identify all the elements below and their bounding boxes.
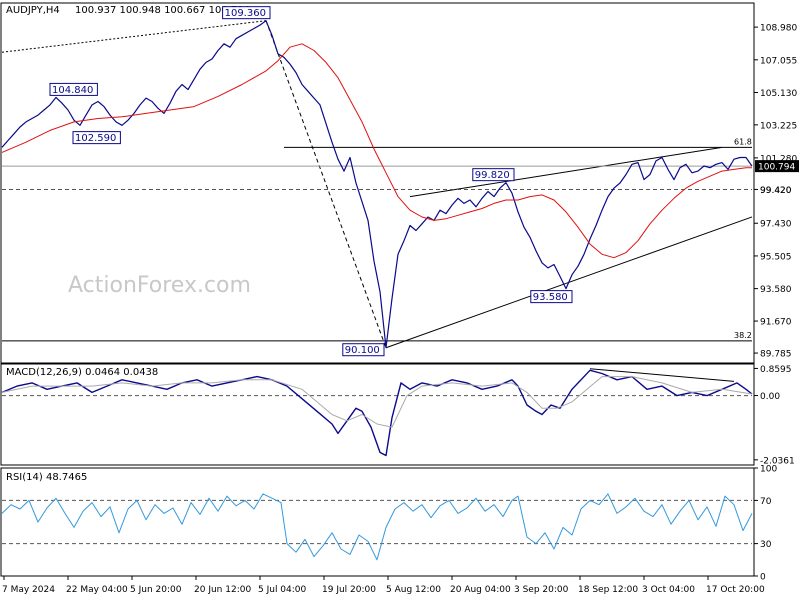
trading-chart: ActionForex.com AUDJPY,H4 100.937 100.94…: [0, 0, 800, 600]
xtick-label: 3 Oct 04:00: [642, 585, 695, 595]
rsi-ytick-label: 30: [760, 540, 772, 550]
price-annotation-102.590: 102.590: [75, 133, 116, 144]
rsi-ytick-label: 100: [760, 465, 777, 475]
xtick-label: 18 Sep 12:00: [578, 585, 638, 595]
rsi-ytick-label: 70: [760, 497, 772, 507]
rsi-ytick-label: 0: [760, 573, 766, 583]
fib-label-38.2: 38.2: [734, 331, 752, 340]
price-annotation-93.580: 93.580: [533, 292, 568, 303]
price-ytick-label: 97.430: [760, 220, 792, 230]
rsi-title: RSI(14) 48.7465: [6, 472, 87, 483]
xtick-label: 17 Oct 20:00: [706, 585, 765, 595]
macd-title: MACD(12,26,9) 0.0464 0.0438: [6, 367, 158, 378]
price-ytick-label: 95.505: [760, 252, 792, 262]
price-ytick-label: 99.420: [760, 186, 792, 196]
price-annotation-90.100: 90.100: [345, 345, 380, 356]
price-ytick-label: 108.980: [760, 24, 797, 34]
price-annotation-109.360: 109.360: [225, 8, 266, 19]
fib-label-61.8: 61.8: [734, 137, 752, 146]
xtick-label: 3 Sep 20:00: [514, 585, 569, 595]
xtick-label: 19 Jul 20:00: [322, 585, 376, 595]
price-ytick-label: 107.055: [760, 56, 797, 66]
price-ytick-label: 93.580: [760, 285, 792, 295]
xtick-label: 7 May 2024: [2, 585, 55, 595]
xtick-label: 5 Aug 12:00: [386, 585, 441, 595]
watermark: ActionForex.com: [68, 273, 251, 298]
macd-ytick-label: 0.00: [760, 392, 780, 402]
xtick-label: 22 May 04:00: [66, 585, 128, 595]
price-ytick-label: 103.225: [760, 121, 797, 131]
symbol-label: AUDJPY,H4: [6, 5, 60, 16]
price-ytick-label: 105.130: [760, 89, 797, 99]
xtick-label: 20 Aug 04:00: [450, 585, 511, 595]
xtick-label: 5 Jun 20:00: [130, 585, 182, 595]
price-ytick-label: 89.785: [760, 350, 792, 360]
price-annotation-104.840: 104.840: [52, 85, 93, 96]
price-ytick-label: 91.670: [760, 318, 792, 328]
last-price-label: 100.794: [758, 163, 795, 173]
macd-ytick-label: 0.8595: [760, 365, 792, 375]
price-annotation-99.820: 99.820: [475, 170, 510, 181]
xtick-label: 20 Jun 12:00: [194, 585, 251, 595]
xtick-label: 5 Jul 04:00: [258, 585, 307, 595]
